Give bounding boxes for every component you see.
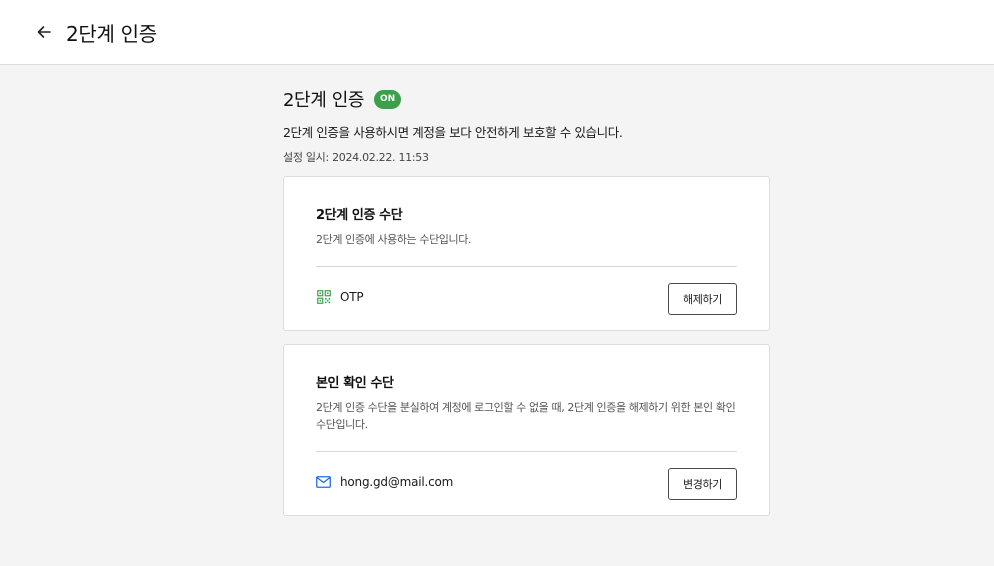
section-description: 2단계 인증을 사용하시면 계정을 보다 안전하게 보호할 수 있습니다.: [283, 125, 623, 140]
method-row-otp: OTP 해제하기: [316, 267, 737, 330]
card-title: 본인 확인 수단: [316, 376, 394, 391]
disable-button[interactable]: 해제하기: [668, 282, 737, 315]
setup-date: 설정 일시: 2024.02.22. 11:53: [283, 151, 429, 164]
status-badge: ON: [374, 89, 402, 109]
section-title: 2단계 인증: [283, 90, 365, 111]
mail-icon: [316, 474, 331, 489]
card-title: 2단계 인증 수단: [316, 208, 403, 223]
main-content: 2단계 인증 ON 2단계 인증을 사용하시면 계정을 보다 안전하게 보호할 …: [283, 65, 770, 516]
card-description: 2단계 인증에 사용하는 수단입니다.: [316, 233, 472, 246]
top-bar: 2단계 인증: [0, 0, 994, 65]
method-label-email: hong.gd@mail.com: [340, 474, 454, 489]
qr-code-icon: [316, 289, 331, 304]
page-title: 2단계 인증: [66, 21, 157, 46]
arrow-left-icon: [37, 26, 51, 38]
method-row-email: hong.gd@mail.com 변경하기: [316, 452, 737, 515]
method-label-otp: OTP: [340, 289, 364, 304]
card-description: 2단계 인증 수단을 분실하여 계정에 로그인할 수 없을 때, 2단계 인증을…: [316, 401, 736, 431]
method-info: hong.gd@mail.com: [316, 474, 453, 489]
back-button[interactable]: [34, 22, 54, 42]
section-header: 2단계 인증 ON: [283, 86, 770, 112]
two-factor-method-card: 2단계 인증 수단 2단계 인증에 사용하는 수단입니다. OTP 해제하기: [283, 176, 770, 331]
change-button[interactable]: 변경하기: [668, 467, 737, 500]
method-info: OTP: [316, 289, 364, 304]
identity-verification-card: 본인 확인 수단 2단계 인증 수단을 분실하여 계정에 로그인할 수 없을 때…: [283, 344, 770, 516]
